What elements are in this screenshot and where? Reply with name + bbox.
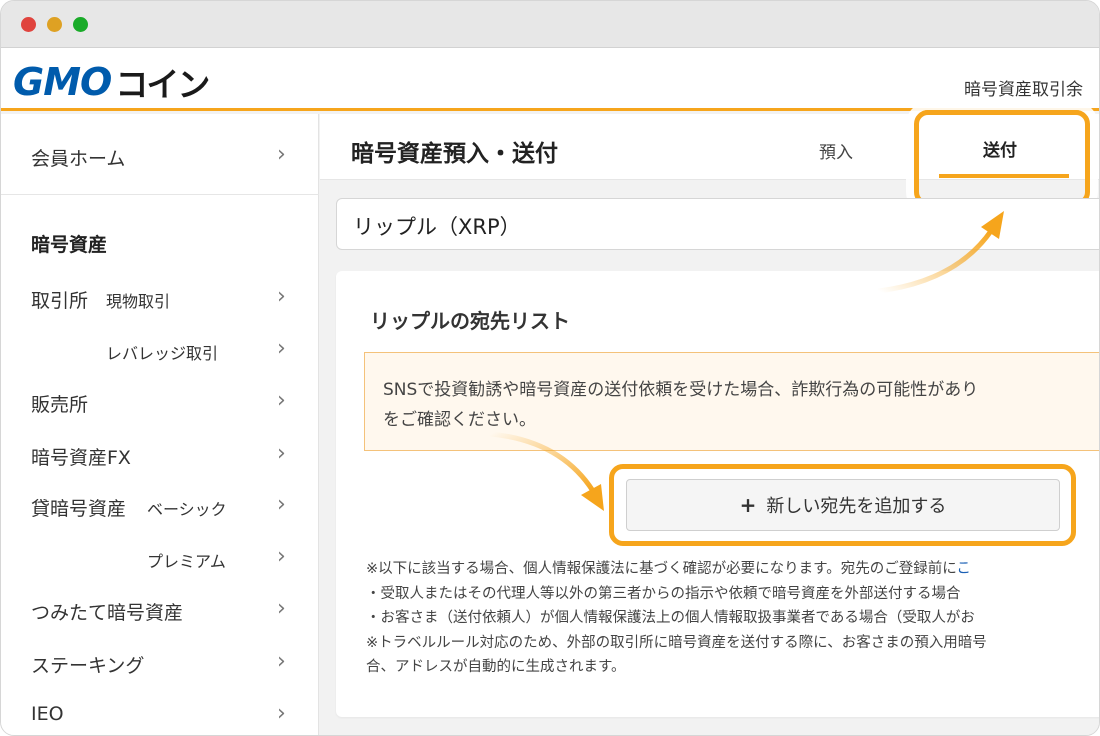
sidebar-item-label: 暗号資産FX bbox=[31, 447, 131, 469]
sidebar-subitem-label: プレミアム bbox=[147, 552, 226, 571]
chevron-right-icon: › bbox=[277, 596, 286, 621]
window-titlebar bbox=[1, 1, 1099, 48]
tab-send-highlight-frame bbox=[914, 110, 1090, 206]
add-button-highlight-frame bbox=[609, 464, 1076, 546]
note-link[interactable]: こ bbox=[956, 561, 971, 577]
maximize-window-icon[interactable] bbox=[73, 17, 88, 32]
sidebar-subitem-label: レバレッジ取引 bbox=[106, 344, 219, 363]
sidebar-divider bbox=[1, 194, 319, 195]
card-title: リップルの宛先リスト bbox=[370, 309, 570, 333]
sidebar-subitem-label: ベーシック bbox=[147, 500, 227, 519]
notes-block: ※以下に該当する場合、個人情報保護法に基づく確認が必要になります。宛先のご登録前… bbox=[366, 557, 987, 680]
close-window-icon[interactable] bbox=[21, 17, 36, 32]
note-line: ※トラベルルール対応のため、外部の取引所に暗号資産を送付する際に、お客さまの預入… bbox=[366, 634, 987, 651]
header-balance-label: 暗号資産取引余 bbox=[964, 80, 1083, 100]
sidebar-item-label: 会員ホーム bbox=[31, 148, 126, 170]
sidebar-item-label: 貸暗号資産 bbox=[31, 498, 127, 520]
sidebar-item-label: IEO bbox=[31, 703, 64, 725]
page-title: 暗号資産預入・送付 bbox=[351, 141, 558, 167]
chevron-right-icon: › bbox=[277, 649, 286, 674]
chevron-right-icon: › bbox=[277, 388, 286, 413]
sidebar-item-label: 販売所 bbox=[31, 394, 89, 416]
main-content: 暗号資産預入・送付 預入 送付 リップル（XRP） リップルの宛先リスト SNS… bbox=[320, 110, 1099, 735]
tab-deposit[interactable]: 預入 bbox=[819, 138, 853, 163]
site-header: GMO コイン 暗号資産取引余 bbox=[1, 48, 1099, 111]
minimize-window-icon[interactable] bbox=[47, 17, 62, 32]
sidebar: 会員ホーム › 暗号資産 取引所 現物取引 › レバレッジ取引 › 販売所 › … bbox=[1, 114, 319, 735]
chevron-right-icon: › bbox=[277, 441, 286, 466]
sidebar-item-label: 取引所 bbox=[31, 290, 89, 312]
notice-text-line1: SNSで投資勧誘や暗号資産の送付依頼を受けた場合、詐欺行為の可能性があり bbox=[383, 380, 979, 400]
logo-coin-text: コイン bbox=[115, 65, 210, 104]
sidebar-subitem-label: 現物取引 bbox=[106, 292, 171, 311]
note-line: ・お客さま（送付依頼人）が個人情報保護法上の個人情報取扱事業者である場合（受取人… bbox=[366, 610, 975, 626]
sidebar-heading-crypto: 暗号資産 bbox=[31, 234, 108, 256]
note-line: ※以下に該当する場合、個人情報保護法に基づく確認が必要になります。宛先のご登録前… bbox=[366, 561, 971, 577]
note-line: 合、アドレスが自動的に生成されます。 bbox=[366, 659, 626, 675]
fraud-warning-notice: SNSで投資勧誘や暗号資産の送付依頼を受けた場合、詐欺行為の可能性があり をご確… bbox=[364, 352, 1099, 451]
chevron-right-icon: › bbox=[277, 544, 286, 569]
chevron-right-icon: › bbox=[277, 701, 286, 726]
gmo-coin-logo[interactable]: GMO コイン bbox=[13, 60, 210, 104]
chevron-right-icon: › bbox=[277, 284, 286, 309]
coin-select-value: リップル（XRP） bbox=[353, 215, 521, 239]
sidebar-item-label: ステーキング bbox=[31, 655, 145, 677]
notice-text-line2: をご確認ください。 bbox=[383, 410, 536, 430]
chevron-right-icon: › bbox=[277, 142, 286, 167]
browser-window: GMO コイン 暗号資産取引余 会員ホーム › 暗号資産 取引所 現物取引 › … bbox=[0, 0, 1100, 736]
destination-list-card: リップルの宛先リスト SNSで投資勧誘や暗号資産の送付依頼を受けた場合、詐欺行為… bbox=[336, 271, 1099, 717]
logo-gmo-text: GMO bbox=[13, 60, 112, 104]
note-line: ・受取人またはその代理人等以外の第三者からの指示や依頼で暗号資産を外部送付する場… bbox=[366, 585, 961, 602]
chevron-right-icon: › bbox=[277, 492, 286, 517]
coin-select-dropdown[interactable]: リップル（XRP） bbox=[336, 198, 1099, 250]
chevron-right-icon: › bbox=[277, 336, 286, 361]
sidebar-item-label: つみたて暗号資産 bbox=[31, 602, 184, 624]
